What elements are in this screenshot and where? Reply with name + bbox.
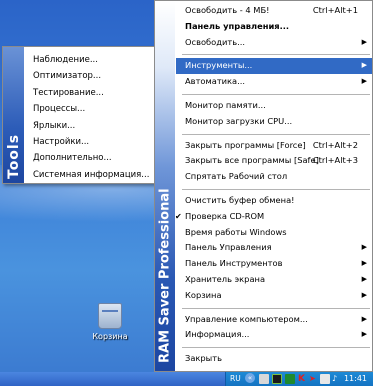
taskbar: RU « K ➤ ♪ 11:41: [0, 372, 373, 386]
menu-separator: [176, 343, 372, 351]
submenu-arrow-icon: ▶: [361, 243, 367, 252]
menu-separator: [176, 304, 372, 312]
menu-separator: [176, 50, 372, 58]
menu-item-recycle-bin-label: Корзина: [185, 289, 222, 300]
menu-item-close-force-label: Закрыть программы [Force]: [185, 139, 306, 150]
tray-ram-icon[interactable]: [320, 374, 330, 384]
menu-item-control-panel-sub[interactable]: Панель Управления ▶: [176, 240, 372, 256]
menu-item-free-4mb-label: Освободить - 4 МБ!: [185, 5, 270, 15]
tray-speaker-icon[interactable]: ♪: [332, 374, 342, 384]
menu-item-control-panel-sub-label: Панель Управления: [185, 242, 272, 253]
tools-submenu-strip-label: Tools: [5, 133, 22, 179]
menu-item-autostart[interactable]: Автоматика... ▶: [176, 74, 372, 90]
menu-item-control-panel[interactable]: Панель управления...: [176, 19, 372, 35]
menu-item-computer-management-label: Управление компьютером...: [185, 313, 308, 324]
recycle-bin-icon: [98, 303, 122, 329]
menu-item-check-cdrom[interactable]: ✔ Проверка CD-ROM: [175, 209, 372, 225]
menu-item-close-all-safe-label: Закрыть все программы [Safe]: [185, 155, 319, 166]
desktop-recycle-bin[interactable]: Корзина: [88, 303, 132, 341]
menu-item-tools-panel[interactable]: Панель Инструментов ▶: [176, 256, 372, 272]
menu-item-close-label: Закрыть: [185, 353, 222, 364]
tools-submenu-strip: Tools: [3, 47, 24, 183]
checkmark-icon: ✔: [175, 211, 182, 221]
submenu-arrow-icon: ▶: [361, 290, 367, 299]
submenu-arrow-icon: ▶: [361, 330, 367, 339]
menu-item-control-panel-label: Панель управления...: [185, 20, 290, 31]
menu-item-free-4mb-shortcut: Ctrl+Alt+1: [312, 5, 358, 15]
menu-item-information-label: Информация...: [185, 329, 250, 340]
menu-item-cpu-monitor-label: Монитор загрузки CPU...: [185, 115, 293, 126]
menu-item-memory-monitor-label: Монитор памяти...: [185, 99, 266, 110]
submenu-arrow-icon: ▶: [361, 37, 367, 46]
menu-item-information[interactable]: Информация... ▶: [176, 327, 372, 343]
clock[interactable]: 11:41: [344, 372, 367, 386]
menu-item-windows-uptime-label: Время работы Windows: [185, 226, 287, 237]
tray-app-icon[interactable]: [259, 374, 269, 384]
language-indicator[interactable]: RU: [230, 373, 241, 385]
main-menu-strip: RAM Saver Professional: [155, 1, 175, 371]
tray-antivirus-icon[interactable]: K: [298, 374, 308, 384]
menu-separator: [176, 90, 372, 98]
menu-item-recycle-bin[interactable]: Корзина ▶: [176, 288, 372, 304]
menu-item-tools-panel-label: Панель Инструментов: [185, 258, 283, 269]
menu-item-clear-clipboard[interactable]: Очистить буфер обмена!: [176, 193, 372, 209]
menu-item-free-label: Освободить...: [185, 36, 246, 47]
menu-item-tools[interactable]: Инструменты... ▶: [176, 58, 372, 75]
tray-network-icon[interactable]: [272, 374, 282, 384]
menu-item-close-force-shortcut: Ctrl+Alt+2: [312, 139, 358, 150]
tray-monitor-icon[interactable]: [285, 374, 295, 384]
menu-item-windows-uptime[interactable]: Время работы Windows: [176, 225, 372, 241]
menu-item-close-all-safe[interactable]: Закрыть все программы [Safe] Ctrl+Alt+3: [176, 153, 372, 169]
menu-item-free[interactable]: Освободить... ▶: [176, 35, 372, 51]
menu-item-hide-desktop-label: Спрятать Рабочий стол: [185, 171, 288, 182]
ram-saver-context-menu: RAM Saver Professional Освободить - 4 МБ…: [154, 0, 373, 372]
menu-item-hide-desktop[interactable]: Спрятать Рабочий стол: [176, 169, 372, 185]
system-tray: RU « K ➤ ♪ 11:41: [225, 372, 373, 386]
submenu-arrow-icon: ▶: [361, 259, 367, 268]
menu-item-autostart-label: Автоматика...: [185, 76, 246, 87]
menu-item-check-cdrom-label: Проверка CD-ROM: [185, 210, 265, 221]
tray-arrow-icon[interactable]: ➤: [309, 374, 319, 384]
menu-item-computer-management[interactable]: Управление компьютером... ▶: [176, 312, 372, 328]
menu-item-screensaver[interactable]: Хранитель экрана ▶: [176, 272, 372, 288]
tray-expand-icon[interactable]: «: [245, 373, 255, 383]
tools-submenu: Tools Наблюдение... Оптимизатор... Тести…: [2, 46, 179, 184]
desktop-recycle-bin-label: Корзина: [92, 332, 128, 341]
submenu-arrow-icon: ▶: [361, 314, 367, 323]
menu-item-close-force[interactable]: Закрыть программы [Force] Ctrl+Alt+2: [176, 138, 372, 154]
main-menu-strip-label: RAM Saver Professional: [157, 188, 173, 363]
menu-item-close-all-safe-shortcut: Ctrl+Alt+3: [312, 155, 358, 166]
menu-item-memory-monitor[interactable]: Монитор памяти...: [176, 98, 372, 114]
menu-item-screensaver-label: Хранитель экрана: [185, 273, 266, 284]
menu-item-free-4mb[interactable]: Освободить - 4 МБ! Ctrl+Alt+1: [176, 3, 372, 19]
submenu-arrow-icon: ▶: [361, 77, 367, 86]
menu-item-clear-clipboard-label: Очистить буфер обмена!: [185, 194, 295, 205]
menu-item-tools-label: Инструменты...: [185, 60, 253, 71]
menu-item-close[interactable]: Закрыть: [176, 351, 372, 367]
menu-separator: [176, 130, 372, 138]
submenu-arrow-icon: ▶: [361, 61, 367, 70]
menu-separator: [176, 185, 372, 193]
menu-item-cpu-monitor[interactable]: Монитор загрузки CPU...: [176, 114, 372, 130]
submenu-arrow-icon: ▶: [361, 274, 367, 283]
